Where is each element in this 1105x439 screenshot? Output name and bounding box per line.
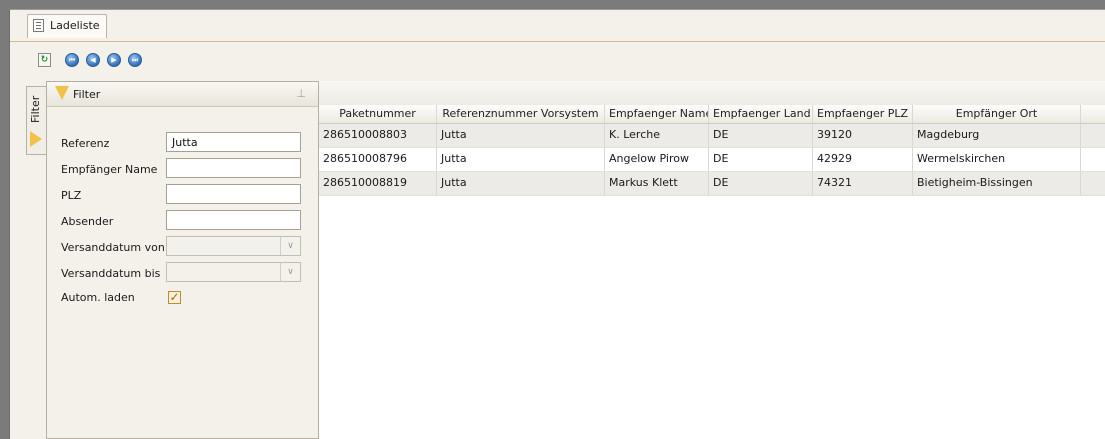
- cell-empfaenger-name: Markus Klett: [605, 172, 709, 195]
- cell-referenz: Jutta: [437, 148, 605, 171]
- funnel-icon: [30, 131, 42, 147]
- filter-panel: Filter ⊥ Referenz Jutta Empfänger Name P…: [46, 81, 319, 439]
- table-row[interactable]: 286510008819 Jutta Markus Klett DE 74321…: [319, 172, 1105, 196]
- main-window: Ladeliste ↻ ⏮ ◀ ▶ ⏭ Filter Filter ⊥ Refe…: [9, 9, 1105, 439]
- filter-row-versanddatum-bis: Versanddatum bis ∨: [61, 262, 306, 284]
- cell-empfaenger-name: Angelow Pirow: [605, 148, 709, 171]
- filter-panel-header: Filter ⊥: [47, 82, 318, 107]
- tab-ladeliste[interactable]: Ladeliste: [27, 14, 107, 38]
- cell-empfaenger-ort: Bietigheim-Bissingen: [913, 172, 1081, 195]
- column-header-empfaenger-name[interactable]: Empfaenger Name: [605, 105, 709, 123]
- cell-empfaenger-land: DE: [709, 148, 813, 171]
- grid-group-bar: [319, 81, 1105, 105]
- document-tabstrip: Ladeliste: [10, 10, 1105, 42]
- funnel-icon: [55, 86, 69, 100]
- cell-empfaenger-plz: 74321: [813, 172, 913, 195]
- chevron-down-icon[interactable]: ∨: [280, 263, 300, 281]
- empfaenger-name-label: Empfänger Name: [61, 163, 158, 176]
- column-header-empfaenger-ort[interactable]: Empfänger Ort: [913, 105, 1081, 123]
- filter-row-referenz: Referenz Jutta: [61, 132, 306, 154]
- filter-row-absender: Absender: [61, 210, 306, 232]
- previous-icon[interactable]: ◀: [86, 53, 100, 67]
- first-icon[interactable]: ⏮: [65, 53, 79, 67]
- grid-header: Paketnummer Referenznummer Vorsystem Emp…: [319, 105, 1105, 124]
- last-icon[interactable]: ⏭: [128, 53, 142, 67]
- referenz-input[interactable]: Jutta: [166, 132, 301, 152]
- versanddatum-von-label: Versanddatum von: [61, 241, 165, 254]
- absender-input[interactable]: [166, 210, 301, 230]
- table-row[interactable]: 286510008796 Jutta Angelow Pirow DE 4292…: [319, 148, 1105, 172]
- autom-laden-label: Autom. laden: [61, 291, 135, 304]
- cell-empfaenger-ort: Wermelskirchen: [913, 148, 1081, 171]
- plz-input[interactable]: [166, 184, 301, 204]
- table-row[interactable]: 286510008803 Jutta K. Lerche DE 39120 Ma…: [319, 124, 1105, 148]
- filter-row-plz: PLZ: [61, 184, 306, 206]
- plz-label: PLZ: [61, 189, 82, 202]
- chevron-down-icon[interactable]: ∨: [280, 237, 300, 255]
- column-header-empfaenger-plz[interactable]: Empfaenger PLZ: [813, 105, 913, 123]
- filter-panel-title: Filter: [73, 88, 101, 101]
- versanddatum-von-select[interactable]: ∨: [166, 236, 301, 256]
- cell-empfaenger-ort: Magdeburg: [913, 124, 1081, 147]
- filter-row-autom-laden: Autom. laden ✓: [61, 289, 306, 311]
- filter-side-tab[interactable]: Filter: [26, 86, 46, 155]
- cell-empfaenger-land: DE: [709, 124, 813, 147]
- results-grid: Paketnummer Referenznummer Vorsystem Emp…: [318, 81, 1105, 439]
- cell-referenz: Jutta: [437, 172, 605, 195]
- absender-label: Absender: [61, 215, 114, 228]
- cell-paketnummer: 286510008796: [319, 148, 437, 171]
- filter-row-empfaenger-name: Empfänger Name: [61, 158, 306, 180]
- cell-empfaenger-land: DE: [709, 172, 813, 195]
- cell-paketnummer: 286510008803: [319, 124, 437, 147]
- versanddatum-bis-select[interactable]: ∨: [166, 262, 301, 282]
- autom-laden-checkbox[interactable]: ✓: [168, 291, 181, 304]
- column-header-paketnummer[interactable]: Paketnummer: [319, 105, 437, 123]
- filter-row-versanddatum-von: Versanddatum von ∨: [61, 236, 306, 258]
- filter-side-tab-label: Filter: [29, 95, 42, 123]
- next-icon[interactable]: ▶: [107, 53, 121, 67]
- cell-empfaenger-plz: 42929: [813, 148, 913, 171]
- referenz-label: Referenz: [61, 137, 110, 150]
- cell-empfaenger-plz: 39120: [813, 124, 913, 147]
- cell-paketnummer: 286510008819: [319, 172, 437, 195]
- refresh-icon[interactable]: ↻: [38, 53, 51, 67]
- pin-icon[interactable]: ⊥: [296, 87, 306, 100]
- column-header-referenznummer[interactable]: Referenznummer Vorsystem: [437, 105, 605, 123]
- list-document-icon: [33, 19, 44, 32]
- empfaenger-name-input[interactable]: [166, 158, 301, 178]
- cell-referenz: Jutta: [437, 124, 605, 147]
- cell-empfaenger-name: K. Lerche: [605, 124, 709, 147]
- column-header-empfaenger-land[interactable]: Empfaenger Land: [709, 105, 813, 123]
- tab-label: Ladeliste: [50, 19, 100, 32]
- versanddatum-bis-label: Versanddatum bis: [61, 267, 161, 280]
